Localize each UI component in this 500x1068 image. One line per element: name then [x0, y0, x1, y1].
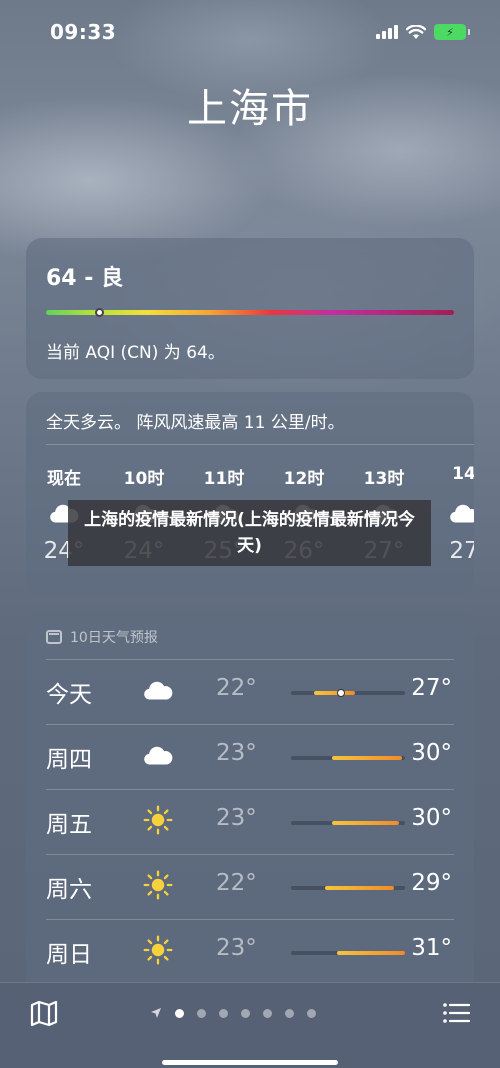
day-name: 周日	[46, 942, 92, 968]
day-name: 周五	[46, 812, 92, 838]
day-high-temp: 31°	[411, 935, 452, 961]
hour-label: 12时	[283, 469, 325, 489]
day-low-temp: 22°	[216, 870, 257, 896]
page-dot[interactable]	[285, 1008, 294, 1018]
calendar-icon	[46, 630, 62, 644]
page-dot[interactable]	[307, 1008, 316, 1018]
aqi-scale-bar	[46, 308, 454, 317]
cloud-icon	[434, 488, 474, 538]
page-dot[interactable]	[263, 1008, 272, 1018]
caption-text: 上海的疫情最新情况(上海的疫情最新情况今天)	[84, 510, 415, 556]
temperature-range-fill	[332, 756, 402, 760]
divider	[46, 919, 454, 920]
temperature-range-fill	[336, 951, 405, 955]
day-row: 今天 22° 27°	[46, 659, 454, 723]
temperature-range-bar	[291, 756, 405, 760]
temperature-range-bar	[291, 821, 405, 825]
day-row: 周五 23° 30°	[46, 789, 454, 853]
daily-header: 10日天气预报	[46, 627, 158, 647]
hour-label: 13时	[363, 469, 405, 489]
day-row: 周四 23° 30°	[46, 724, 454, 788]
day-name: 周四	[46, 747, 92, 773]
aqi-title: 64 - 良	[46, 266, 124, 291]
temperature-range-fill	[332, 821, 400, 825]
bottom-toolbar	[0, 982, 500, 1068]
sun-icon	[140, 802, 176, 838]
status-time: 09:33	[50, 20, 117, 44]
sun-icon	[140, 932, 176, 968]
day-name: 今天	[46, 682, 92, 708]
page-dot[interactable]	[219, 1008, 228, 1018]
day-high-temp: 30°	[411, 805, 452, 831]
cloud-icon	[140, 737, 176, 773]
page-dot[interactable]	[241, 1008, 250, 1018]
hour-item: 14 27	[434, 464, 474, 564]
day-row: 周日 23° 31°	[46, 919, 454, 983]
caption-overlay: 上海的疫情最新情况(上海的疫情最新情况今天)	[68, 500, 431, 566]
battery-charging-icon: ⚡	[434, 24, 470, 40]
temperature-range-bar	[291, 951, 405, 955]
day-high-temp: 29°	[411, 870, 452, 896]
temperature-range-fill	[325, 886, 394, 890]
divider	[46, 659, 454, 660]
day-high-temp: 27°	[411, 675, 452, 701]
temperature-range-bar	[291, 689, 405, 697]
divider	[46, 444, 474, 445]
hourly-summary: 全天多云。 阵风风速最高 11 公里/时。	[46, 413, 345, 433]
page-dot[interactable]	[175, 1008, 184, 1018]
day-high-temp: 30°	[411, 740, 452, 766]
page-dot[interactable]	[197, 1008, 206, 1018]
page-indicator[interactable]	[150, 1007, 316, 1019]
aqi-description: 当前 AQI (CN) 为 64。	[46, 343, 225, 363]
hour-label: 10时	[123, 469, 165, 489]
day-row: 周六 22° 29°	[46, 854, 454, 918]
temperature-range-fill	[313, 691, 355, 695]
aqi-card[interactable]: 64 - 良 当前 AQI (CN) 为 64。	[26, 238, 474, 379]
current-temp-dot	[337, 689, 346, 697]
city-name: 上海市	[187, 86, 313, 132]
hour-label: 11时	[203, 469, 245, 489]
daily-header-label: 10日天气预报	[70, 630, 158, 646]
day-low-temp: 23°	[216, 740, 257, 766]
cloud-icon	[140, 672, 176, 708]
wifi-icon	[406, 24, 426, 39]
temperature-range-bar	[291, 886, 405, 890]
status-icons: ⚡	[376, 24, 470, 40]
day-name: 周六	[46, 877, 92, 903]
aqi-indicator-dot	[95, 308, 105, 317]
hour-temp: 27	[449, 538, 474, 564]
day-low-temp: 22°	[216, 675, 257, 701]
divider	[46, 789, 454, 790]
hour-label: 14	[452, 464, 474, 484]
day-low-temp: 23°	[216, 935, 257, 961]
ten-day-forecast-card[interactable]: 10日天气预报 今天 22° 27° 周四 23° 30° 周五 23° 30° 周六 22° 29°…	[26, 612, 474, 1012]
list-icon[interactable]	[440, 997, 472, 1029]
divider	[46, 854, 454, 855]
map-icon[interactable]	[28, 997, 60, 1029]
location-arrow-icon	[151, 1008, 161, 1018]
day-low-temp: 23°	[216, 805, 257, 831]
hour-label: 现在	[47, 469, 81, 489]
status-bar: 09:33 ⚡	[0, 20, 500, 48]
sun-icon	[140, 867, 176, 903]
cellular-signal-icon	[376, 25, 398, 39]
home-indicator[interactable]	[162, 1060, 338, 1065]
divider	[46, 724, 454, 725]
